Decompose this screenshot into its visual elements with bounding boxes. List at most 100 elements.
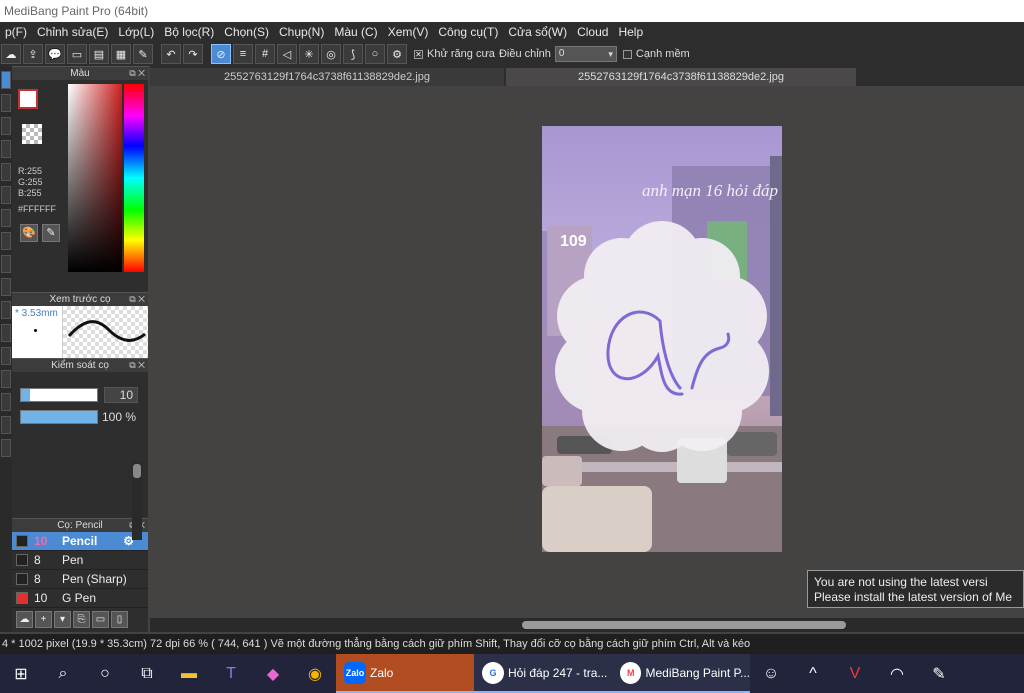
menu-window[interactable]: Cửa sổ(W) [503, 25, 572, 39]
hand-tool-icon[interactable] [1, 439, 11, 457]
adjust-select[interactable]: 0 [554, 46, 617, 62]
edit-icon[interactable]: ✎ [133, 44, 153, 64]
eraser-tool-icon[interactable] [1, 94, 11, 112]
eyedropper-tool-icon[interactable] [1, 416, 11, 434]
cortana-icon[interactable]: ○ [84, 654, 126, 693]
lasso-tool-icon[interactable] [1, 255, 11, 273]
menu-file[interactable]: p(F) [0, 25, 32, 39]
brush-list-scrollbar[interactable] [132, 462, 142, 540]
operation-tool-icon[interactable] [1, 393, 11, 411]
brush-item[interactable]: 8 Pen (Sharp) [12, 570, 148, 589]
grid-snap-icon[interactable]: # [255, 44, 275, 64]
file-explorer-icon[interactable]: ▬ [168, 654, 210, 693]
taskbar-app-chrome[interactable]: G Hỏi đáp 247 - tra... [474, 654, 612, 693]
menu-select[interactable]: Chọn(S) [219, 25, 274, 39]
windows-start-icon[interactable]: ⊞ [0, 654, 42, 693]
menu-help[interactable]: Help [613, 25, 648, 39]
palette-icon[interactable]: 🎨 [20, 224, 38, 242]
cloud-download-icon[interactable]: ☁ [16, 610, 33, 628]
people-icon[interactable]: ☺ [750, 654, 792, 693]
taskbar-app-medibang[interactable]: M MediBang Paint P... [612, 654, 750, 693]
panel-close-icon[interactable]: ⧉ ✕ [129, 293, 145, 306]
menu-layer[interactable]: Lớp(L) [113, 25, 159, 39]
wifi-icon[interactable]: ◠ [876, 654, 918, 693]
system-tray-chevron-icon[interactable]: ^ [792, 654, 834, 693]
document-tab[interactable]: 2552763129f1764c3738f61138829de2.jpg [150, 68, 504, 86]
select-tool-icon[interactable] [1, 232, 11, 250]
taskbar-app-zalo[interactable]: Zalo Zalo [336, 654, 474, 693]
fill-tool-icon[interactable] [1, 163, 11, 181]
vivaldi-icon[interactable]: V [834, 654, 876, 693]
antialias-checkbox[interactable]: ✕ [414, 49, 423, 59]
teams-icon[interactable]: T [210, 654, 252, 693]
gradient-tool-icon[interactable] [1, 209, 11, 227]
snap-off-icon[interactable]: ⊘ [211, 44, 231, 64]
add-brush-icon[interactable]: + [35, 610, 52, 628]
soft-edge-checkbox[interactable] [622, 49, 632, 59]
concentric-snap-icon[interactable]: ◎ [321, 44, 341, 64]
gear-icon[interactable]: ⚙ [387, 44, 407, 64]
menu-color[interactable]: Màu (C) [329, 25, 382, 39]
search-icon[interactable]: ⌕ [42, 654, 84, 693]
canvas-area[interactable]: 109 anh mạn 16 hỏi đáp 247 [150, 86, 1024, 616]
ink-drop-icon[interactable]: ◆ [252, 654, 294, 693]
share-icon[interactable]: ⇪ [23, 44, 43, 64]
layout-icon[interactable]: ▦ [111, 44, 131, 64]
radial-snap-icon[interactable]: ✳ [299, 44, 319, 64]
hue-slider[interactable] [124, 84, 144, 272]
select-eraser-tool-icon[interactable] [1, 324, 11, 342]
brush-item[interactable]: 8 Pen [12, 551, 148, 570]
saturation-value-picker[interactable] [68, 84, 122, 272]
zalo-icon: Zalo [344, 661, 366, 684]
canvas-horizontal-scrollbar[interactable] [150, 618, 1024, 632]
brush-item[interactable]: 10 G Pen [12, 589, 148, 608]
copy-brush-icon[interactable]: ⎘ [73, 610, 90, 628]
menu-cloud[interactable]: Cloud [572, 25, 613, 39]
color-picker-icon[interactable]: ✎ [42, 224, 60, 242]
update-notice[interactable]: You are not using the latest versi Pleas… [807, 570, 1024, 608]
message-icon[interactable]: ▭ [67, 44, 87, 64]
magic-wand-tool-icon[interactable] [1, 278, 11, 296]
brush-menu-icon[interactable]: ▾ [54, 610, 71, 628]
cloud-icon[interactable]: ☁ [1, 44, 21, 64]
transparent-color-swatch[interactable] [22, 124, 42, 144]
task-view-icon[interactable]: ⧉ [126, 654, 168, 693]
redo-icon[interactable]: ↷ [183, 44, 203, 64]
brush-opacity-slider[interactable] [20, 410, 98, 424]
document-icon[interactable]: ▤ [89, 44, 109, 64]
undo-icon[interactable]: ↶ [161, 44, 181, 64]
brush-item[interactable]: 10 Pencil ⚙ [12, 532, 148, 551]
menu-edit[interactable]: Chỉnh sửa(E) [32, 25, 113, 39]
pen-workspace-icon[interactable]: ✎ [918, 654, 960, 693]
text-tool-icon[interactable] [1, 370, 11, 388]
delete-brush-icon[interactable]: ▯ [111, 610, 128, 628]
perspective-snap-icon[interactable]: ◁ [277, 44, 297, 64]
bucket-tool-icon[interactable] [1, 186, 11, 204]
menu-snap[interactable]: Chụp(N) [274, 25, 329, 39]
parallel-snap-icon[interactable]: ≡ [233, 44, 253, 64]
foreground-color-swatch[interactable] [18, 89, 38, 109]
panel-close-icon[interactable]: ⧉ ✕ [129, 359, 145, 372]
move-tool-icon[interactable] [1, 140, 11, 158]
menu-filter[interactable]: Bộ lọc(R) [159, 25, 219, 39]
brush-tool-icon[interactable] [1, 71, 11, 89]
document-tab-active[interactable]: 2552763129f1764c3738f61138829de2.jpg [506, 68, 856, 86]
menu-view[interactable]: Xem(V) [383, 25, 434, 39]
brush-size-slider[interactable] [20, 388, 98, 402]
taskbar-app-label: MediBang Paint P... [645, 665, 750, 680]
toolbar: ☁ ⇪ 💬 ▭ ▤ ▦ ✎ ↶ ↷ ⊘ ≡ # ◁ ✳ ◎ ⟆ ○ ⚙ ✕ Kh… [0, 42, 1024, 66]
menu-tools[interactable]: Công cụ(T) [433, 25, 503, 39]
select-pen-tool-icon[interactable] [1, 301, 11, 319]
chrome-icon[interactable]: ◉ [294, 654, 336, 693]
curve-snap-icon[interactable]: ⟆ [343, 44, 363, 64]
folder-icon[interactable]: ▭ [92, 610, 109, 628]
circle-snap-icon[interactable]: ○ [365, 44, 385, 64]
divide-tool-icon[interactable] [1, 347, 11, 365]
comment-icon[interactable]: 💬 [45, 44, 65, 64]
artwork-canvas[interactable]: 109 anh mạn 16 hỏi đáp 247 [542, 126, 782, 552]
red-value: R:255 [18, 166, 43, 176]
brush-size-value[interactable]: 10 [104, 387, 138, 403]
windows-taskbar: ⊞ ⌕ ○ ⧉ ▬ T ◆ ◉ Zalo Zalo G Hỏi đáp 247 … [0, 654, 1024, 693]
panel-close-icon[interactable]: ⧉ ✕ [129, 67, 145, 80]
dot-tool-icon[interactable] [1, 117, 11, 135]
